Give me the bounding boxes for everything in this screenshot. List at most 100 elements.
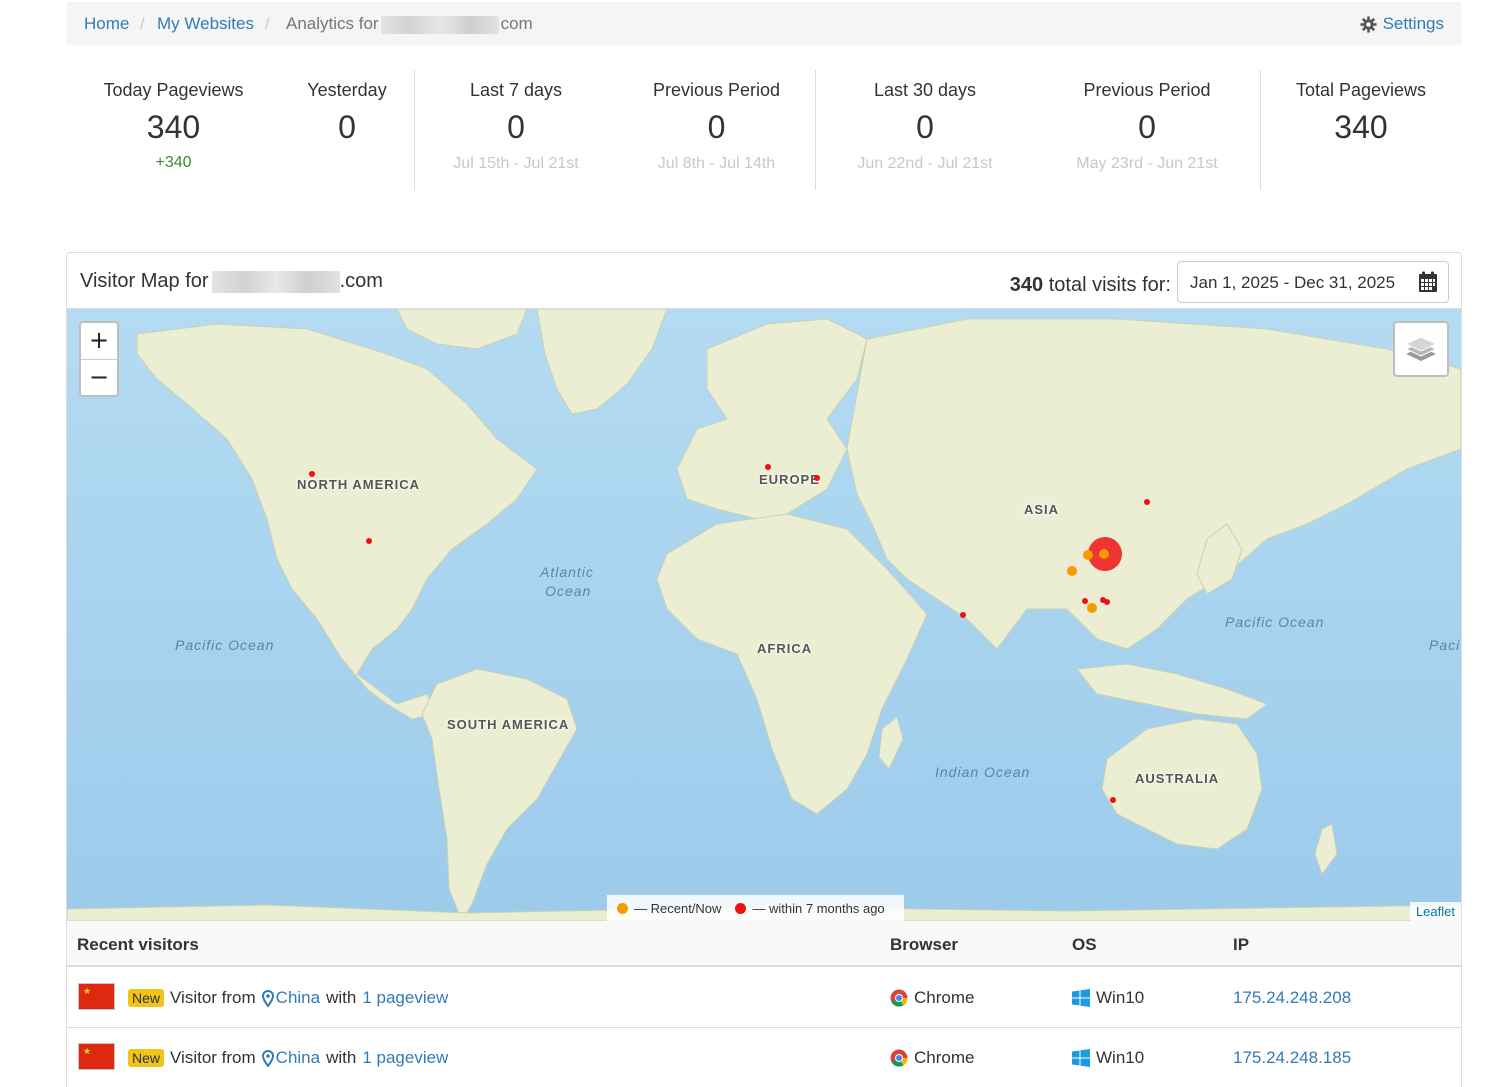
pageviews-link[interactable]: 1 pageview — [362, 988, 448, 1008]
breadcrumb-home-link[interactable]: Home — [84, 14, 129, 34]
stat-previous-period-30: Previous Period 0 May 23rd - Jun 21st — [1064, 80, 1230, 173]
svg-text:★: ★ — [83, 1047, 91, 1057]
stat-label: Last 30 days — [873, 80, 977, 100]
map-marker-icon — [261, 1049, 274, 1067]
visitor-marker-older[interactable] — [309, 471, 315, 477]
visitor-marker-older[interactable] — [1144, 499, 1150, 505]
column-header-browser: Browser — [890, 935, 959, 954]
ip-link[interactable]: 175.24.248.185 — [1233, 1048, 1351, 1068]
stat-divider — [414, 70, 415, 190]
gear-icon — [1359, 15, 1377, 33]
settings-label: Settings — [1382, 14, 1444, 33]
settings-link[interactable]: Settings — [1359, 14, 1444, 34]
legend-older-dot — [735, 902, 747, 914]
visitor-marker-recent[interactable] — [1087, 603, 1097, 613]
stat-value: 0 — [507, 109, 525, 145]
visitor-marker-older[interactable] — [1104, 599, 1110, 605]
redacted-domain — [380, 15, 499, 34]
stat-date-range: May 23rd - Jun 21st — [1076, 155, 1218, 172]
layers-icon — [1404, 336, 1438, 361]
pageviews-link[interactable]: 1 pageview — [362, 1048, 448, 1068]
stat-value: 0 — [707, 109, 726, 145]
with-text: with — [326, 988, 357, 1007]
browser-name: Chrome — [914, 1048, 975, 1067]
visitor-marker-older[interactable] — [814, 475, 820, 481]
breadcrumb: Home / My Websites / Analytics for com Se… — [66, 2, 1462, 45]
redacted-domain — [211, 270, 340, 293]
china-flag-icon: ★ — [78, 983, 115, 1010]
ocean-label-pacific: Pacific Ocean — [1225, 614, 1325, 630]
column-header-visitors: Recent visitors — [77, 935, 199, 954]
browser-cell: Chrome — [890, 1048, 974, 1068]
stat-label: Yesterday — [307, 80, 387, 100]
layers-button[interactable] — [1393, 321, 1449, 377]
visitor-marker-older[interactable] — [366, 538, 372, 544]
zoom-out-button[interactable]: − — [81, 359, 117, 395]
leaflet-attribution-link[interactable]: Leaflet — [1409, 902, 1461, 921]
stat-label: Previous Period — [1083, 80, 1211, 100]
total-visits-label: 340 total visits for: — [1010, 274, 1171, 297]
visitors-table-header: Recent visitors Browser OS IP — [67, 921, 1461, 967]
ocean-label-atlantic: Ocean — [545, 583, 592, 599]
date-range-picker[interactable]: Jan 1, 2025 - Dec 31, 2025 — [1177, 261, 1449, 303]
map-label-europe: EUROPE — [759, 472, 820, 487]
stat-label: Today Pageviews — [103, 80, 244, 100]
new-badge: New — [128, 989, 165, 1007]
breadcrumb-separator: / — [265, 14, 270, 33]
stat-last-30-days: Last 30 days 0 Jun 22nd - Jul 21st — [845, 80, 1005, 173]
world-map[interactable]: + − NORTH AMERICA SOUTH AMERICA EUROPE A… — [67, 309, 1461, 921]
visitor-map-panel: Visitor Map for .com 340 total visits for… — [66, 252, 1462, 1087]
stat-value: 340 — [1334, 109, 1388, 145]
country-link[interactable]: China — [261, 1048, 321, 1068]
country-name: China — [275, 1048, 321, 1067]
visitor-marker-older[interactable] — [960, 612, 966, 618]
panel-title-prefix: Visitor Map for — [80, 270, 209, 292]
stat-yesterday: Yesterday 0 — [297, 80, 397, 143]
stat-total-pageviews: Total Pageviews 340 — [1288, 80, 1434, 143]
date-range-value: Jan 1, 2025 - Dec 31, 2025 — [1190, 273, 1396, 292]
stat-label: Last 7 days — [469, 80, 563, 100]
stat-value: 0 — [1138, 109, 1156, 145]
map-label-australia: AUSTRALIA — [1135, 771, 1220, 786]
breadcrumb-current-suffix: com — [500, 14, 533, 33]
stat-date-range: Jun 22nd - Jul 21st — [857, 155, 993, 172]
zoom-in-button[interactable]: + — [81, 323, 117, 359]
china-flag-icon: ★ — [78, 1043, 115, 1070]
breadcrumb-my-websites-link[interactable]: My Websites — [157, 14, 254, 34]
chrome-icon — [890, 989, 908, 1007]
panel-header: Visitor Map for .com 340 total visits for… — [67, 253, 1461, 309]
column-header-os: OS — [1072, 935, 1097, 954]
breadcrumb-separator: / — [140, 14, 145, 33]
visitor-marker-recent[interactable] — [1099, 549, 1109, 559]
os-cell: Win10 — [1072, 1048, 1144, 1068]
calendar-icon — [1419, 271, 1437, 292]
os-name: Win10 — [1096, 988, 1145, 1007]
os-cell: Win10 — [1072, 988, 1144, 1008]
visitor-marker-older[interactable] — [765, 464, 771, 470]
country-link[interactable]: China — [261, 988, 321, 1008]
stat-divider — [815, 70, 816, 190]
os-name: Win10 — [1096, 1048, 1145, 1067]
stat-previous-period-7: Previous Period 0 Jul 8th - Jul 14th — [645, 80, 788, 173]
panel-title-suffix: .com — [339, 270, 383, 292]
stat-value: 0 — [916, 109, 934, 145]
stat-date-range: Jul 15th - Jul 21st — [453, 155, 579, 172]
visitor-marker-recent[interactable] — [1067, 566, 1077, 576]
map-label-africa: AFRICA — [757, 641, 813, 656]
country-name: China — [275, 988, 321, 1007]
stat-today-pageviews: Today Pageviews 340 +340 — [102, 80, 245, 172]
stat-divider — [1260, 70, 1261, 190]
visitor-marker-older[interactable] — [1082, 598, 1088, 604]
visitor-marker-recent[interactable] — [1083, 550, 1093, 560]
table-row: ★ New Visitor from China with 1 pageview… — [67, 968, 1461, 1028]
visitor-marker-older[interactable] — [1110, 797, 1116, 803]
map-label-asia: ASIA — [1024, 502, 1060, 517]
map-marker-icon — [261, 989, 274, 1007]
windows-icon — [1072, 989, 1090, 1007]
breadcrumb-current-prefix: Analytics for — [286, 14, 379, 33]
ocean-label-pacific: Paci — [1429, 637, 1461, 653]
ocean-label-atlantic: Atlantic — [540, 564, 594, 580]
column-header-ip: IP — [1233, 935, 1250, 954]
ip-link[interactable]: 175.24.248.208 — [1233, 988, 1351, 1008]
visitor-text: Visitor from — [170, 1048, 256, 1067]
